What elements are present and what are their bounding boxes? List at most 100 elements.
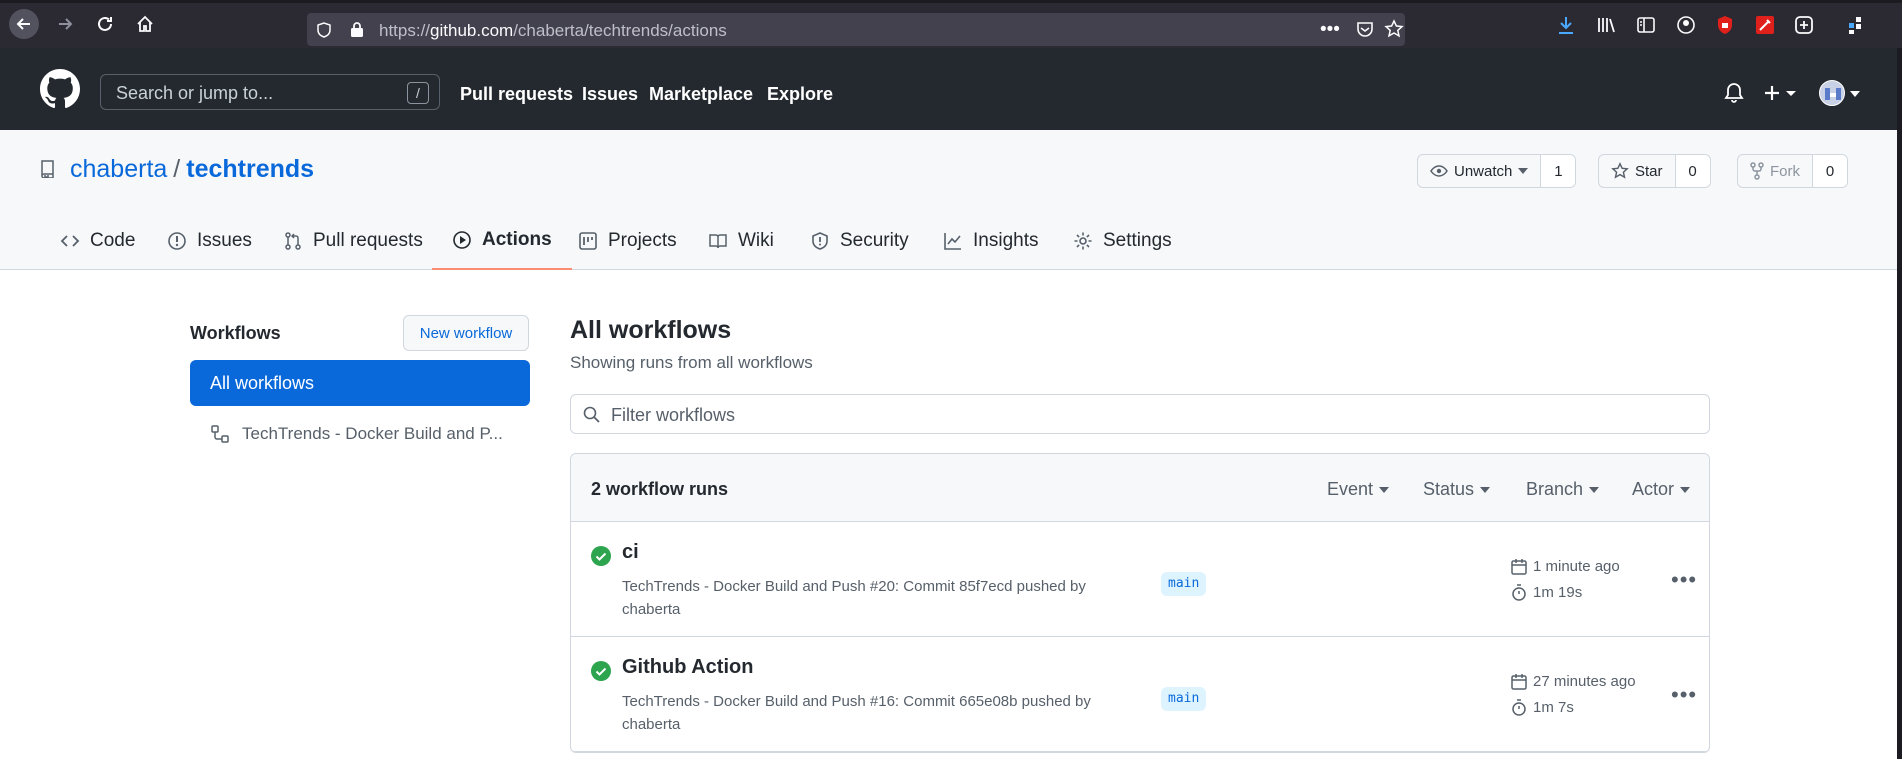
watch-button-group: Unwatch 1 xyxy=(1417,154,1577,188)
tab-security[interactable]: Security xyxy=(810,212,909,270)
lock-icon[interactable] xyxy=(350,21,364,38)
tab-security-label: Security xyxy=(840,230,909,251)
repo-owner-link[interactable]: chaberta xyxy=(70,155,167,183)
run-menu-kebab-icon[interactable]: ••• xyxy=(1671,682,1697,708)
tab-issues[interactable]: Issues xyxy=(167,212,252,270)
tab-insights[interactable]: Insights xyxy=(943,212,1038,270)
page-subtitle: Showing runs from all workflows xyxy=(570,353,813,372)
status-filter-dropdown[interactable]: Status xyxy=(1423,479,1491,500)
event-filter-dropdown[interactable]: Event xyxy=(1327,479,1390,500)
nav-issues[interactable]: Issues xyxy=(582,84,638,105)
fork-button[interactable]: Fork xyxy=(1738,155,1813,187)
tab-code[interactable]: Code xyxy=(60,212,135,270)
repo-separator: / xyxy=(173,155,181,183)
bookmark-star-icon[interactable] xyxy=(1384,19,1404,39)
repo-name-link[interactable]: techtrends xyxy=(186,155,314,183)
back-button[interactable] xyxy=(9,9,39,39)
nav-explore[interactable]: Explore xyxy=(767,84,833,105)
star-button[interactable]: Star xyxy=(1599,155,1676,187)
account-icon[interactable] xyxy=(1675,14,1697,36)
tab-insights-label: Insights xyxy=(973,230,1039,251)
run-author: chaberta xyxy=(622,601,681,618)
workflow-icon xyxy=(211,425,229,443)
create-new-plus-icon[interactable] xyxy=(1763,84,1797,102)
tracking-shield-icon[interactable] xyxy=(317,22,331,38)
branch-filter-dropdown[interactable]: Branch xyxy=(1526,479,1600,500)
caret-down-icon xyxy=(1589,487,1600,494)
reload-icon xyxy=(98,16,112,31)
event-filter-label: Event xyxy=(1327,479,1374,499)
workflow-run-row[interactable]: ci TechTrends - Docker Build and Push #2… xyxy=(571,522,1709,637)
avatar-caret-icon[interactable] xyxy=(1850,91,1860,97)
workflow-run-row[interactable]: Github Action TechTrends - Docker Build … xyxy=(571,637,1709,752)
git-pull-request-icon xyxy=(285,232,301,250)
github-logo-icon[interactable] xyxy=(40,69,80,109)
branch-label[interactable]: main xyxy=(1161,572,1207,596)
issue-opened-icon xyxy=(168,232,186,250)
browser-toolbar: https://github.com/chaberta/techtrends/a… xyxy=(0,0,1902,48)
new-workflow-button[interactable]: New workflow xyxy=(403,315,529,351)
download-icon[interactable] xyxy=(1555,14,1577,36)
tab-issues-label: Issues xyxy=(197,230,252,251)
unwatch-button[interactable]: Unwatch xyxy=(1418,155,1542,187)
sidebar-item-all-workflows[interactable]: All workflows xyxy=(190,360,530,406)
extension-picker-icon[interactable] xyxy=(1754,14,1776,36)
unwatch-label: Unwatch xyxy=(1454,162,1513,180)
home-button[interactable] xyxy=(130,9,160,39)
tab-pull-requests[interactable]: Pull requests xyxy=(283,212,423,270)
sidebar-item-workflow-label: TechTrends - Docker Build and P... xyxy=(242,424,503,443)
run-timestamp: 27 minutes ago xyxy=(1511,673,1636,690)
sidebar-icon[interactable] xyxy=(1635,14,1657,36)
run-menu-kebab-icon[interactable]: ••• xyxy=(1671,567,1697,593)
tab-projects[interactable]: Projects xyxy=(578,212,677,270)
calendar-icon xyxy=(1511,674,1527,690)
tab-actions[interactable]: Actions xyxy=(432,212,572,270)
home-icon xyxy=(137,15,153,32)
sidebar-item-workflow[interactable]: TechTrends - Docker Build and P... xyxy=(210,424,503,444)
extensions-icon[interactable] xyxy=(1846,14,1868,36)
notifications-bell-icon[interactable] xyxy=(1724,82,1744,104)
nav-pull-requests[interactable]: Pull requests xyxy=(460,84,573,105)
branch-label[interactable]: main xyxy=(1161,687,1207,711)
tab-wiki[interactable]: Wiki xyxy=(708,212,774,270)
fork-count[interactable]: 0 xyxy=(1813,155,1847,187)
nav-marketplace[interactable]: Marketplace xyxy=(649,84,753,105)
caret-down-icon xyxy=(1680,487,1691,494)
star-count[interactable]: 0 xyxy=(1675,155,1710,187)
extension-sync-icon[interactable] xyxy=(1793,14,1815,36)
address-bar[interactable]: https://github.com/chaberta/techtrends/a… xyxy=(307,13,1405,46)
actor-filter-dropdown[interactable]: Actor xyxy=(1632,479,1691,500)
repo-breadcrumb: chaberta / techtrends xyxy=(70,155,314,184)
pocket-icon[interactable] xyxy=(1356,21,1374,38)
avatar-identicon-icon xyxy=(1825,88,1841,100)
calendar-icon xyxy=(1511,559,1527,575)
search-icon xyxy=(583,406,600,423)
run-workflow-name: TechTrends - Docker Build and Push xyxy=(622,693,866,710)
arrow-right-icon xyxy=(59,18,73,30)
fork-label: Fork xyxy=(1770,162,1800,180)
run-duration-label: 1m 7s xyxy=(1533,699,1574,716)
run-detail: #16: Commit 665e08b pushed by xyxy=(869,693,1091,710)
tab-settings-label: Settings xyxy=(1103,230,1172,251)
extension-privacy-icon[interactable] xyxy=(1714,14,1736,36)
watch-count[interactable]: 1 xyxy=(1541,155,1576,187)
reload-button[interactable] xyxy=(90,9,120,39)
chevron-down-icon xyxy=(1518,168,1529,174)
search-shortcut-key: / xyxy=(407,82,429,104)
project-icon xyxy=(579,232,597,250)
page-actions-icon[interactable]: ••• xyxy=(1320,19,1340,41)
run-title[interactable]: Github Action xyxy=(622,656,753,679)
page-scrollbar[interactable] xyxy=(1897,48,1902,759)
forward-button[interactable] xyxy=(50,9,80,39)
actor-filter-label: Actor xyxy=(1632,479,1675,499)
library-icon[interactable] xyxy=(1595,14,1617,36)
tab-projects-label: Projects xyxy=(608,230,677,251)
check-circle-success-icon xyxy=(591,661,611,681)
search-placeholder: Search or jump to... xyxy=(116,83,274,103)
tab-settings[interactable]: Settings xyxy=(1073,212,1172,270)
run-title[interactable]: ci xyxy=(622,541,639,564)
search-input[interactable]: Search or jump to... / xyxy=(100,74,440,110)
user-avatar[interactable] xyxy=(1819,80,1845,106)
filter-workflows-input[interactable]: Filter workflows xyxy=(570,394,1710,434)
code-icon xyxy=(60,235,80,247)
